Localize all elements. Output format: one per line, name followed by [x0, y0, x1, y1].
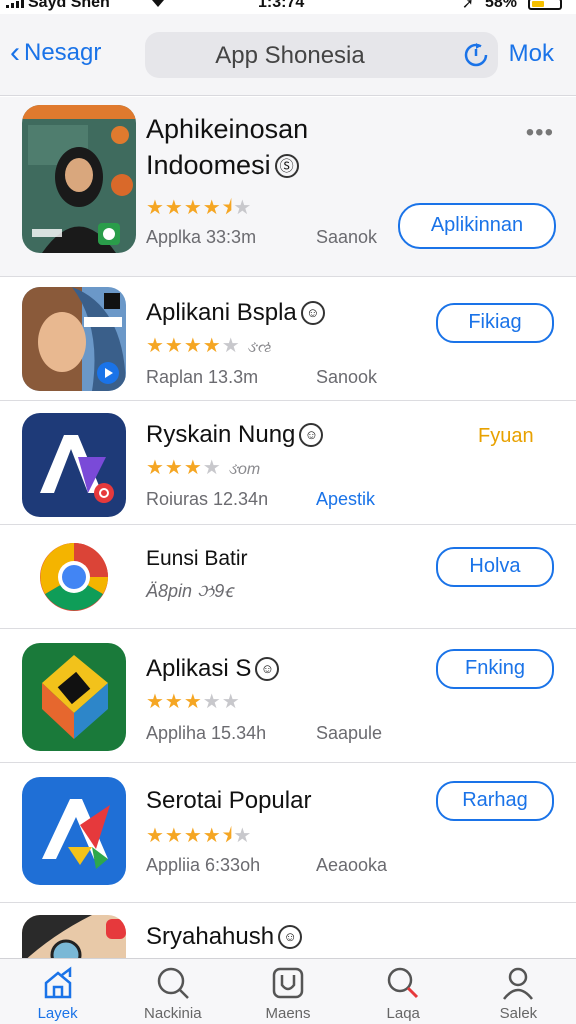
tab-label: Maens [265, 1005, 311, 1022]
search-title: App Shonesia [215, 42, 365, 69]
rating-stars: ★★★★⯨★ [146, 825, 253, 847]
app-meta-category: Saapule [316, 723, 383, 743]
app-list: Aphikeinosan Indoomesi Ⓢ ★★★★⯨★ Applka 33… [0, 97, 576, 963]
tab-bar: Layek Nackinia Maens Laqa Salek [0, 958, 576, 1024]
list-item[interactable]: Ryskain Nung ☺ ★★★★ ઙom Roiuras 12.34n Ape… [0, 401, 576, 525]
home-icon [44, 966, 71, 999]
tab-games[interactable]: Nackinia [115, 959, 230, 1024]
list-item[interactable]: Eunsi Batir Ä8pin ઝ9ꞓ Holva [0, 525, 576, 629]
battery-icon [528, 0, 562, 10]
tab-apps[interactable]: Maens [230, 959, 345, 1024]
get-button[interactable]: Holva [436, 547, 554, 587]
carrier-name: Sayd Shen [28, 0, 110, 11]
app-meta-category: Sanook [316, 367, 378, 387]
tab-today[interactable]: Layek [0, 959, 115, 1024]
teacher-photo-icon [22, 105, 136, 253]
navigation-bar: ‹ Nesagr App Shonesia Mok [0, 14, 576, 96]
nav-right-button[interactable]: Mok [509, 40, 554, 68]
more-icon[interactable]: ••• [526, 119, 554, 147]
app-meta-size: Appliha 15.34h [146, 723, 267, 743]
tab-label: Laqa [386, 1005, 420, 1022]
app-name: Aplikani Bspla ☺ [146, 299, 325, 327]
list-item[interactable]: Aplikani Bspla ☺ ★★★★★ ઙઌ Raplan 13.3m San… [0, 277, 576, 401]
status-bar: Sayd Shen 1:3:74 ➚ 58% [0, 0, 576, 14]
list-item[interactable]: Sryahahush ☺ [0, 903, 576, 963]
get-button[interactable]: Fnking [436, 649, 554, 689]
app-meta-size: Ä8pin ઝ9ꞓ [146, 581, 233, 601]
app-meta-size: Raplan 13.3m [146, 367, 259, 387]
app-name: Sryahahush ☺ [146, 923, 303, 951]
verified-badge-icon: ☺ [255, 657, 280, 681]
list-item[interactable]: Serotai Popular ★★★★⯨★ Appliia 6:33oh Ae… [0, 763, 576, 903]
battery-percent: 58% [485, 0, 518, 11]
app-meta-size: Applka 33:3m [146, 227, 257, 247]
rating-stars: ★★★★★ [146, 691, 241, 713]
a-colorful-icon [22, 777, 126, 885]
app-meta-category: Saanok [316, 227, 378, 247]
verified-badge-icon: ☺ [300, 301, 325, 325]
tab-search[interactable]: Laqa [346, 959, 461, 1024]
refresh-icon[interactable] [462, 40, 490, 68]
app-name: Serotai Popular [146, 787, 312, 814]
tab-label: Nackinia [144, 1005, 202, 1022]
search-bar[interactable]: App Shonesia [145, 32, 498, 78]
app-name: Eunsi Batir [146, 547, 248, 570]
app-name: Ryskain Nung ☺ [146, 421, 324, 449]
person-glasses-icon [22, 915, 126, 963]
tab-label: Layek [37, 1005, 78, 1022]
app-meta-size: Appliia 6:33oh [146, 855, 261, 875]
back-button[interactable]: ‹ Nesagr [10, 38, 101, 68]
signal-icon [6, 0, 24, 8]
woman-photo-icon [22, 287, 126, 391]
app-meta-size: Roiuras 12.34n [146, 489, 269, 509]
list-item[interactable]: Aplikasi S ☺ ★★★★★ Appliha 15.34h Saapule… [0, 629, 576, 763]
verified-badge-icon: Ⓢ [274, 154, 299, 178]
app-meta-category: Aeaooka [316, 855, 388, 875]
rating-stars: ★★★★★ ઙઌ [146, 335, 272, 357]
get-button[interactable]: Fikiag [436, 303, 554, 343]
verified-badge-icon: ☺ [299, 423, 324, 447]
clock: 1:3:74 [258, 0, 305, 11]
app-name: Aplikasi S ☺ [146, 655, 280, 683]
back-label: Nesagr [24, 39, 102, 66]
chrome-icon [22, 525, 126, 629]
app-meta-category[interactable]: Apestik [316, 489, 375, 510]
list-item[interactable]: Aphikeinosan Indoomesi Ⓢ ★★★★⯨★ Applka 33… [0, 97, 576, 277]
get-button[interactable]: Fyuan [478, 425, 534, 448]
chevron-left-icon: ‹ [10, 36, 20, 69]
get-button[interactable]: Rarhag [436, 781, 554, 821]
tab-profile[interactable]: Salek [461, 959, 576, 1024]
get-button[interactable]: Aplikinnan [398, 203, 556, 249]
rating-stars: ★★★★⯨★ [146, 197, 253, 219]
tab-label: Salek [499, 1005, 538, 1022]
search-icon [387, 967, 419, 999]
box-icon [272, 967, 304, 999]
a-logo-icon [22, 413, 126, 517]
verified-badge-icon: ☺ [278, 925, 303, 949]
app-name: Aphikeinosan Indoomesi Ⓢ [146, 114, 309, 180]
location-icon: ➚ [462, 0, 474, 11]
rating-stars: ★★★★ ઙom [146, 457, 261, 479]
profile-icon [503, 967, 534, 1000]
cube-icon [22, 643, 126, 751]
search-bubble-icon [157, 967, 189, 999]
wifi-icon [152, 0, 164, 7]
